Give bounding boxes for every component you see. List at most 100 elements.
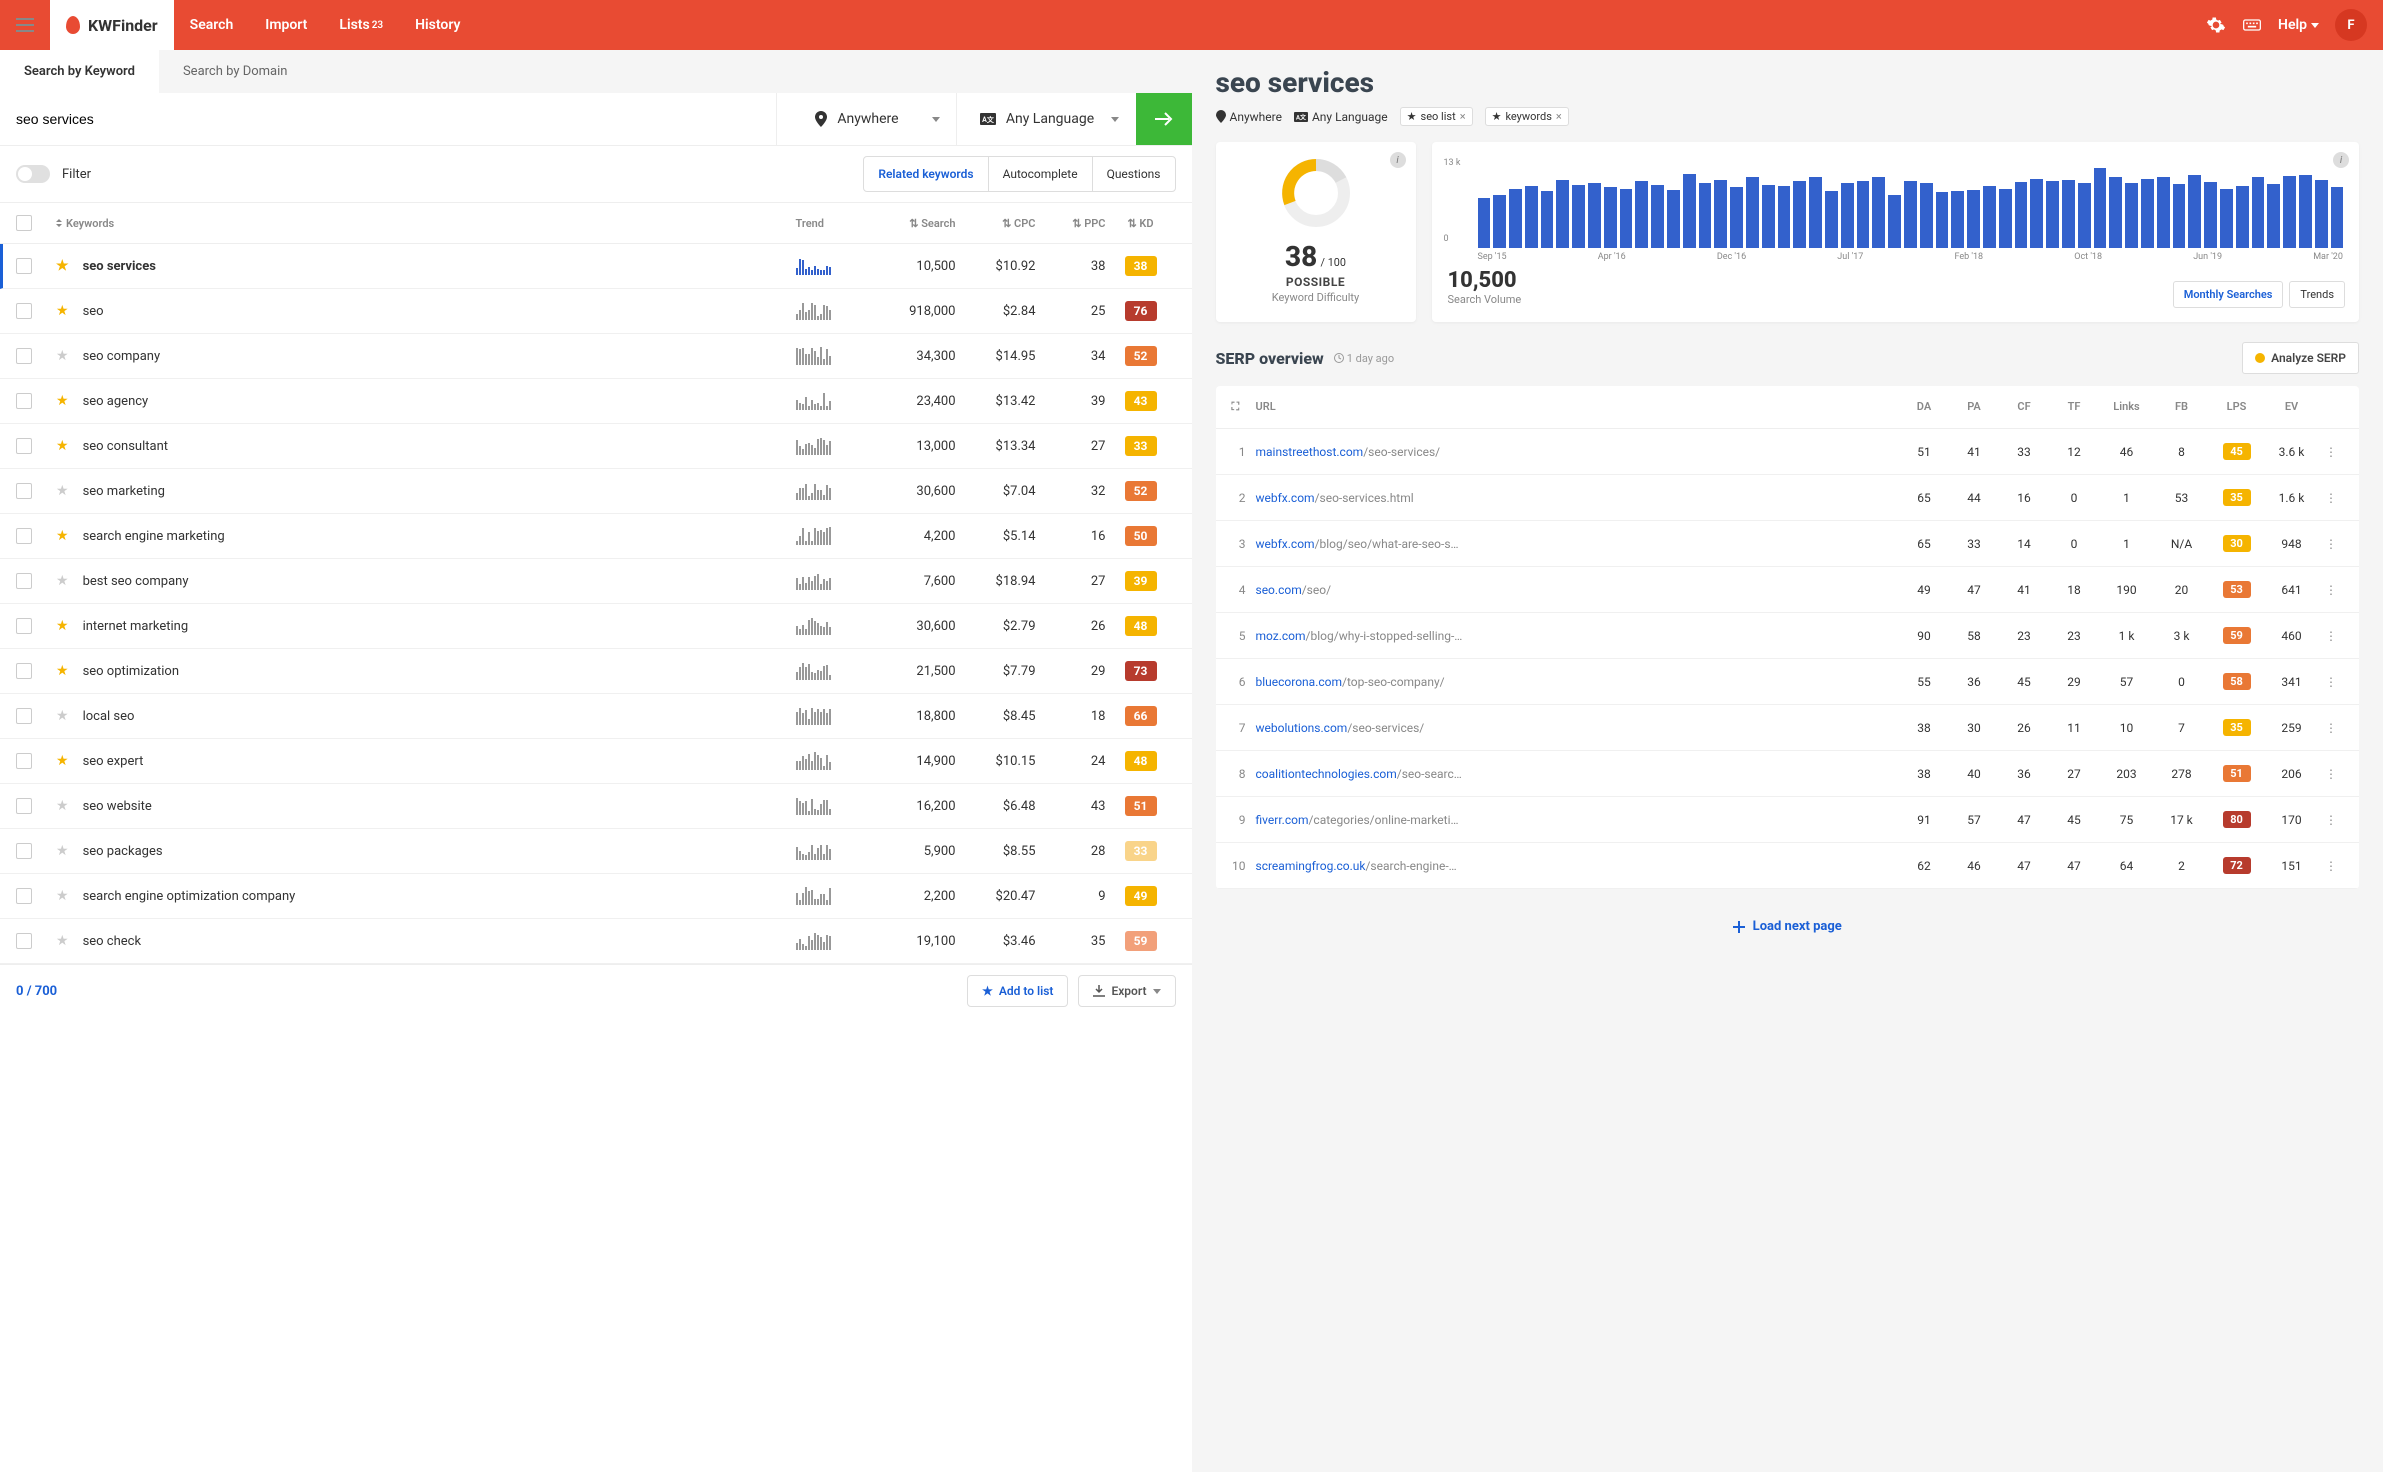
language-dropdown[interactable]: A文 Any Language [956, 93, 1136, 145]
avatar[interactable]: F [2335, 9, 2367, 41]
col-header-kd[interactable]: ⇅ KD [1106, 217, 1176, 230]
star-icon[interactable]: ★ [56, 528, 69, 544]
keyword-row[interactable]: ★seo optimization 21,500 $7.79 29 73 [0, 649, 1192, 694]
col-header-trend[interactable]: Trend [796, 217, 866, 230]
tab-related-keywords[interactable]: Related keywords [864, 157, 988, 191]
col-cf[interactable]: CF [1999, 400, 2049, 414]
nav-search[interactable]: Search [174, 0, 250, 50]
keyboard-icon[interactable] [2242, 15, 2262, 35]
row-checkbox[interactable] [16, 888, 32, 904]
star-icon[interactable]: ★ [56, 303, 69, 319]
info-icon[interactable]: i [1390, 152, 1406, 168]
row-menu[interactable]: ⋮ [2319, 491, 2343, 505]
row-menu[interactable]: ⋮ [2319, 445, 2343, 459]
row-menu[interactable]: ⋮ [2319, 675, 2343, 689]
star-icon[interactable]: ★ [56, 438, 69, 454]
gear-icon[interactable] [2206, 15, 2226, 35]
row-checkbox[interactable] [16, 438, 32, 454]
row-checkbox[interactable] [16, 618, 32, 634]
star-icon[interactable]: ★ [56, 483, 69, 499]
row-checkbox[interactable] [16, 528, 32, 544]
row-checkbox[interactable] [16, 798, 32, 814]
row-menu[interactable]: ⋮ [2319, 629, 2343, 643]
star-icon[interactable]: ★ [56, 708, 69, 724]
row-checkbox[interactable] [16, 258, 32, 274]
serp-url[interactable]: mainstreethost.com/seo-services/ [1256, 445, 1900, 459]
keyword-row[interactable]: ★seo consultant 13,000 $13.34 27 33 [0, 424, 1192, 469]
nav-import[interactable]: Import [249, 0, 323, 50]
tab-autocomplete[interactable]: Autocomplete [989, 157, 1093, 191]
row-checkbox[interactable] [16, 573, 32, 589]
keyword-row[interactable]: ★seo marketing 30,600 $7.04 32 52 [0, 469, 1192, 514]
monthly-searches-button[interactable]: Monthly Searches [2173, 281, 2284, 308]
serp-url[interactable]: webfx.com/seo-services.html [1256, 491, 1900, 505]
nav-lists[interactable]: Lists23 [323, 0, 399, 50]
keyword-row[interactable]: ★seo company 34,300 $14.95 34 52 [0, 334, 1192, 379]
row-checkbox[interactable] [16, 348, 32, 364]
keyword-row[interactable]: ★seo website 16,200 $6.48 43 51 [0, 784, 1192, 829]
keyword-row[interactable]: ★local seo 18,800 $8.45 18 66 [0, 694, 1192, 739]
serp-url[interactable]: screamingfrog.co.uk/search-engine-… [1256, 859, 1900, 873]
hamburger-menu[interactable] [0, 0, 50, 50]
row-menu[interactable]: ⋮ [2319, 859, 2343, 873]
brand-logo[interactable]: KWFinder [50, 0, 174, 50]
load-next-page[interactable]: Load next page [1216, 889, 2360, 964]
keyword-row[interactable]: ★best seo company 7,600 $18.94 27 39 [0, 559, 1192, 604]
star-icon[interactable]: ★ [56, 888, 69, 904]
star-icon[interactable]: ★ [56, 258, 69, 274]
serp-url[interactable]: moz.com/blog/why-i-stopped-selling-… [1256, 629, 1900, 643]
tag-seo-list[interactable]: ★seo list× [1400, 107, 1473, 126]
star-icon[interactable]: ★ [56, 843, 69, 859]
col-links[interactable]: Links [2099, 400, 2154, 414]
row-checkbox[interactable] [16, 483, 32, 499]
close-icon[interactable]: × [1556, 110, 1562, 123]
col-da[interactable]: DA [1899, 400, 1949, 414]
row-menu[interactable]: ⋮ [2319, 721, 2343, 735]
trends-button[interactable]: Trends [2289, 281, 2345, 308]
serp-url[interactable]: webolutions.com/seo-services/ [1256, 721, 1900, 735]
row-menu[interactable]: ⋮ [2319, 813, 2343, 827]
row-menu[interactable]: ⋮ [2319, 537, 2343, 551]
add-to-list-button[interactable]: ★Add to list [967, 975, 1068, 1007]
keyword-row[interactable]: ★seo 918,000 $2.84 25 76 [0, 289, 1192, 334]
tab-questions[interactable]: Questions [1093, 157, 1175, 191]
col-fb[interactable]: FB [2154, 400, 2209, 414]
col-ev[interactable]: EV [2264, 400, 2319, 414]
keyword-input[interactable] [0, 93, 776, 145]
serp-url[interactable]: coalitiontechnologies.com/seo-searc… [1256, 767, 1900, 781]
star-icon[interactable]: ★ [56, 348, 69, 364]
tab-search-by-keyword[interactable]: Search by Keyword [0, 50, 159, 93]
close-icon[interactable]: × [1460, 110, 1466, 123]
star-icon[interactable]: ★ [56, 393, 69, 409]
col-pa[interactable]: PA [1949, 400, 1999, 414]
expand-icon[interactable]: ⛶ [1232, 400, 1256, 414]
keyword-row[interactable]: ★seo packages 5,900 $8.55 28 33 [0, 829, 1192, 874]
keyword-row[interactable]: ★seo services 10,500 $10.92 38 38 [0, 244, 1192, 289]
tab-search-by-domain[interactable]: Search by Domain [159, 50, 312, 93]
keyword-row[interactable]: ★seo expert 14,900 $10.15 24 48 [0, 739, 1192, 784]
keyword-row[interactable]: ★search engine marketing 4,200 $5.14 16 … [0, 514, 1192, 559]
keyword-row[interactable]: ★internet marketing 30,600 $2.79 26 48 [0, 604, 1192, 649]
row-menu[interactable]: ⋮ [2319, 583, 2343, 597]
search-submit-button[interactable] [1136, 93, 1192, 145]
location-dropdown[interactable]: Anywhere [776, 93, 956, 145]
serp-url[interactable]: seo.com/seo/ [1256, 583, 1900, 597]
info-icon[interactable]: i [2333, 152, 2349, 168]
keyword-row[interactable]: ★seo check 19,100 $3.46 35 59 [0, 919, 1192, 964]
row-checkbox[interactable] [16, 933, 32, 949]
row-checkbox[interactable] [16, 393, 32, 409]
keyword-row[interactable]: ★seo agency 23,400 $13.42 39 43 [0, 379, 1192, 424]
col-url[interactable]: URL [1256, 400, 1900, 414]
col-lps[interactable]: LPS [2209, 400, 2264, 414]
nav-history[interactable]: History [399, 0, 476, 50]
star-icon[interactable]: ★ [56, 798, 69, 814]
col-header-cpc[interactable]: ⇅ CPC [956, 217, 1036, 230]
star-icon[interactable]: ★ [56, 663, 69, 679]
help-button[interactable]: Help [2278, 17, 2319, 33]
star-icon[interactable]: ★ [56, 573, 69, 589]
select-all-checkbox[interactable] [16, 215, 32, 231]
analyze-serp-button[interactable]: Analyze SERP [2242, 342, 2359, 374]
keyword-row[interactable]: ★search engine optimization company 2,20… [0, 874, 1192, 919]
col-header-search[interactable]: ⇅ Search [866, 217, 956, 230]
serp-url[interactable]: fiverr.com/categories/online-marketi… [1256, 813, 1900, 827]
